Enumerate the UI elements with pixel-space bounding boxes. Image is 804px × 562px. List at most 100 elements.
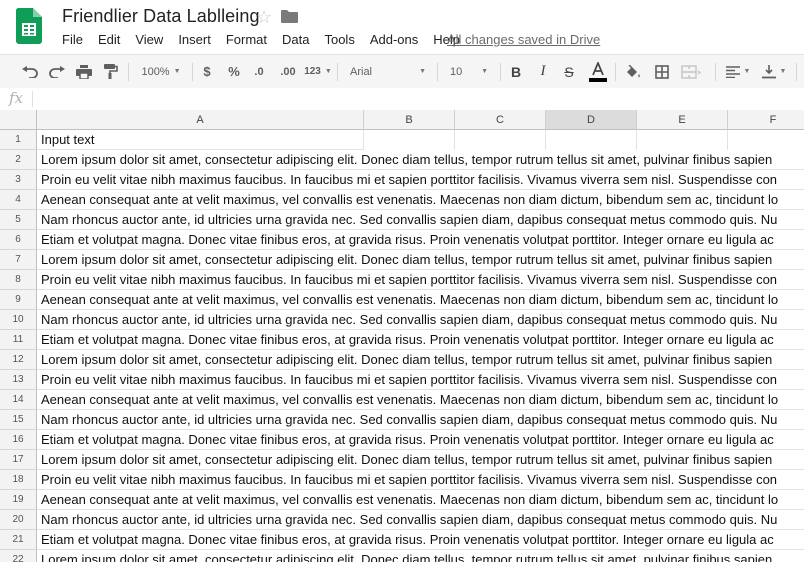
- row-header[interactable]: 12: [0, 350, 37, 370]
- row-header[interactable]: 5: [0, 210, 37, 230]
- menu-format[interactable]: Format: [226, 32, 267, 47]
- cell-a4[interactable]: Aenean consequat ante at velit maximus, …: [37, 190, 804, 210]
- table-row: 3 Proin eu velit vitae nibh maximus fauci…: [0, 170, 804, 190]
- cell-a14[interactable]: Aenean consequat ante at velit maximus, …: [37, 390, 804, 410]
- cell-a20[interactable]: Nam rhoncus auctor ante, id ultricies ur…: [37, 510, 804, 530]
- font-family-select[interactable]: Arial ▼: [344, 55, 432, 88]
- cell-a15[interactable]: Nam rhoncus auctor ante, id ultricies ur…: [37, 410, 804, 430]
- cell-a11[interactable]: Etiam et volutpat magna. Donec vitae fin…: [37, 330, 804, 350]
- merge-cells-button[interactable]: [678, 55, 704, 88]
- row-header[interactable]: 14: [0, 390, 37, 410]
- cell-a13[interactable]: Proin eu velit vitae nibh maximus faucib…: [37, 370, 804, 390]
- text-color-button[interactable]: [586, 55, 610, 88]
- table-row: 14 Aenean consequat ante at velit maximus…: [0, 390, 804, 410]
- menu-file[interactable]: File: [62, 32, 83, 47]
- row-header[interactable]: 11: [0, 330, 37, 350]
- row-header[interactable]: 15: [0, 410, 37, 430]
- row-header[interactable]: 13: [0, 370, 37, 390]
- menu-data[interactable]: Data: [282, 32, 309, 47]
- borders-button[interactable]: [650, 55, 674, 88]
- row-header[interactable]: 22: [0, 550, 37, 562]
- cell-a5[interactable]: Nam rhoncus auctor ante, id ultricies ur…: [37, 210, 804, 230]
- table-row: 18 Proin eu velit vitae nibh maximus fauc…: [0, 470, 804, 490]
- row-header[interactable]: 6: [0, 230, 37, 250]
- document-title[interactable]: Friendlier Data Lablleing: [62, 6, 260, 27]
- cell-a10[interactable]: Nam rhoncus auctor ante, id ultricies ur…: [37, 310, 804, 330]
- select-all-corner[interactable]: [0, 110, 37, 130]
- cell-a9[interactable]: Aenean consequat ante at velit maximus, …: [37, 290, 804, 310]
- print-button[interactable]: [72, 55, 96, 88]
- cell-a17[interactable]: Lorem ipsum dolor sit amet, consectetur …: [37, 450, 804, 470]
- row-header[interactable]: 18: [0, 470, 37, 490]
- app-header: Friendlier Data Lablleing ☆ File Edit Vi…: [0, 0, 804, 54]
- column-header-b[interactable]: B: [364, 110, 455, 130]
- italic-button[interactable]: I: [532, 55, 554, 88]
- formula-input[interactable]: [38, 88, 798, 109]
- table-row: 11 Etiam et volutpat magna. Donec vitae f…: [0, 330, 804, 350]
- undo-button[interactable]: [18, 55, 42, 88]
- star-icon[interactable]: ☆: [256, 7, 272, 27]
- strikethrough-button[interactable]: S: [558, 55, 580, 88]
- more-formats-button[interactable]: 123 ▼: [303, 55, 333, 88]
- row-header[interactable]: 8: [0, 270, 37, 290]
- zoom-select[interactable]: 100% ▼: [134, 55, 188, 88]
- cell-a22[interactable]: Lorem ipsum dolor sit amet, consectetur …: [37, 550, 804, 562]
- cell-a2[interactable]: Lorem ipsum dolor sit amet, consectetur …: [37, 150, 804, 170]
- row-header[interactable]: 16: [0, 430, 37, 450]
- redo-icon: [49, 65, 65, 78]
- fill-color-button[interactable]: [621, 55, 645, 88]
- sheets-logo-icon[interactable]: [16, 8, 42, 44]
- percent-format-button[interactable]: %: [223, 55, 245, 88]
- decrease-decimals-button[interactable]: .0: [248, 55, 270, 88]
- cell-a12[interactable]: Lorem ipsum dolor sit amet, consectetur …: [37, 350, 804, 370]
- cell-a16[interactable]: Etiam et volutpat magna. Donec vitae fin…: [37, 430, 804, 450]
- row-header[interactable]: 20: [0, 510, 37, 530]
- menu-addons[interactable]: Add-ons: [370, 32, 418, 47]
- row-header[interactable]: 19: [0, 490, 37, 510]
- row-header[interactable]: 21: [0, 530, 37, 550]
- menu-edit[interactable]: Edit: [98, 32, 120, 47]
- cell-a8[interactable]: Proin eu velit vitae nibh maximus faucib…: [37, 270, 804, 290]
- table-row: 8 Proin eu velit vitae nibh maximus fauci…: [0, 270, 804, 290]
- valign-bottom-icon: [761, 64, 776, 78]
- row-header[interactable]: 9: [0, 290, 37, 310]
- cell-a3[interactable]: Proin eu velit vitae nibh maximus faucib…: [37, 170, 804, 190]
- redo-button[interactable]: [45, 55, 69, 88]
- row-header[interactable]: 1: [0, 130, 37, 150]
- row-header[interactable]: 17: [0, 450, 37, 470]
- toolbar: 100% ▼ $ % .0 .00 123 ▼ Arial ▼ 10 ▼ B I S: [0, 54, 804, 89]
- paint-format-button[interactable]: [99, 55, 123, 88]
- row-header[interactable]: 10: [0, 310, 37, 330]
- column-header-e[interactable]: E: [637, 110, 728, 130]
- cell-a19[interactable]: Aenean consequat ante at velit maximus, …: [37, 490, 804, 510]
- increase-decimals-button[interactable]: .00: [275, 55, 301, 88]
- folder-icon[interactable]: [281, 10, 298, 23]
- column-header-a[interactable]: A: [37, 110, 364, 130]
- column-header-d[interactable]: D: [546, 110, 637, 130]
- save-status-link[interactable]: All changes saved in Drive: [447, 32, 600, 47]
- column-header-c[interactable]: C: [455, 110, 546, 130]
- italic-icon: I: [540, 63, 546, 79]
- cell-a1[interactable]: Input text: [37, 130, 363, 150]
- menu-insert[interactable]: Insert: [178, 32, 211, 47]
- currency-format-button[interactable]: $: [197, 55, 217, 88]
- menu-bar: File Edit View Insert Format Data Tools …: [62, 32, 475, 47]
- row-header[interactable]: 3: [0, 170, 37, 190]
- menu-tools[interactable]: Tools: [324, 32, 354, 47]
- cell-a6[interactable]: Etiam et volutpat magna. Donec vitae fin…: [37, 230, 804, 250]
- row-header[interactable]: 2: [0, 150, 37, 170]
- vertical-align-button[interactable]: ▼: [758, 55, 790, 88]
- horizontal-align-button[interactable]: ▼: [722, 55, 754, 88]
- row-header[interactable]: 7: [0, 250, 37, 270]
- row-header[interactable]: 4: [0, 190, 37, 210]
- cell-a21[interactable]: Etiam et volutpat magna. Donec vitae fin…: [37, 530, 804, 550]
- cell-a18[interactable]: Proin eu velit vitae nibh maximus faucib…: [37, 470, 804, 490]
- bold-button[interactable]: B: [505, 55, 527, 88]
- column-header-f[interactable]: F: [728, 110, 804, 130]
- chevron-down-icon: ▼: [173, 68, 181, 75]
- font-size-select[interactable]: 10 ▼: [444, 55, 494, 88]
- table-row: 6 Etiam et volutpat magna. Donec vitae fi…: [0, 230, 804, 250]
- menu-view[interactable]: View: [135, 32, 163, 47]
- cell-a7[interactable]: Lorem ipsum dolor sit amet, consectetur …: [37, 250, 804, 270]
- table-row: 2 Lorem ipsum dolor sit amet, consectetur…: [0, 150, 804, 170]
